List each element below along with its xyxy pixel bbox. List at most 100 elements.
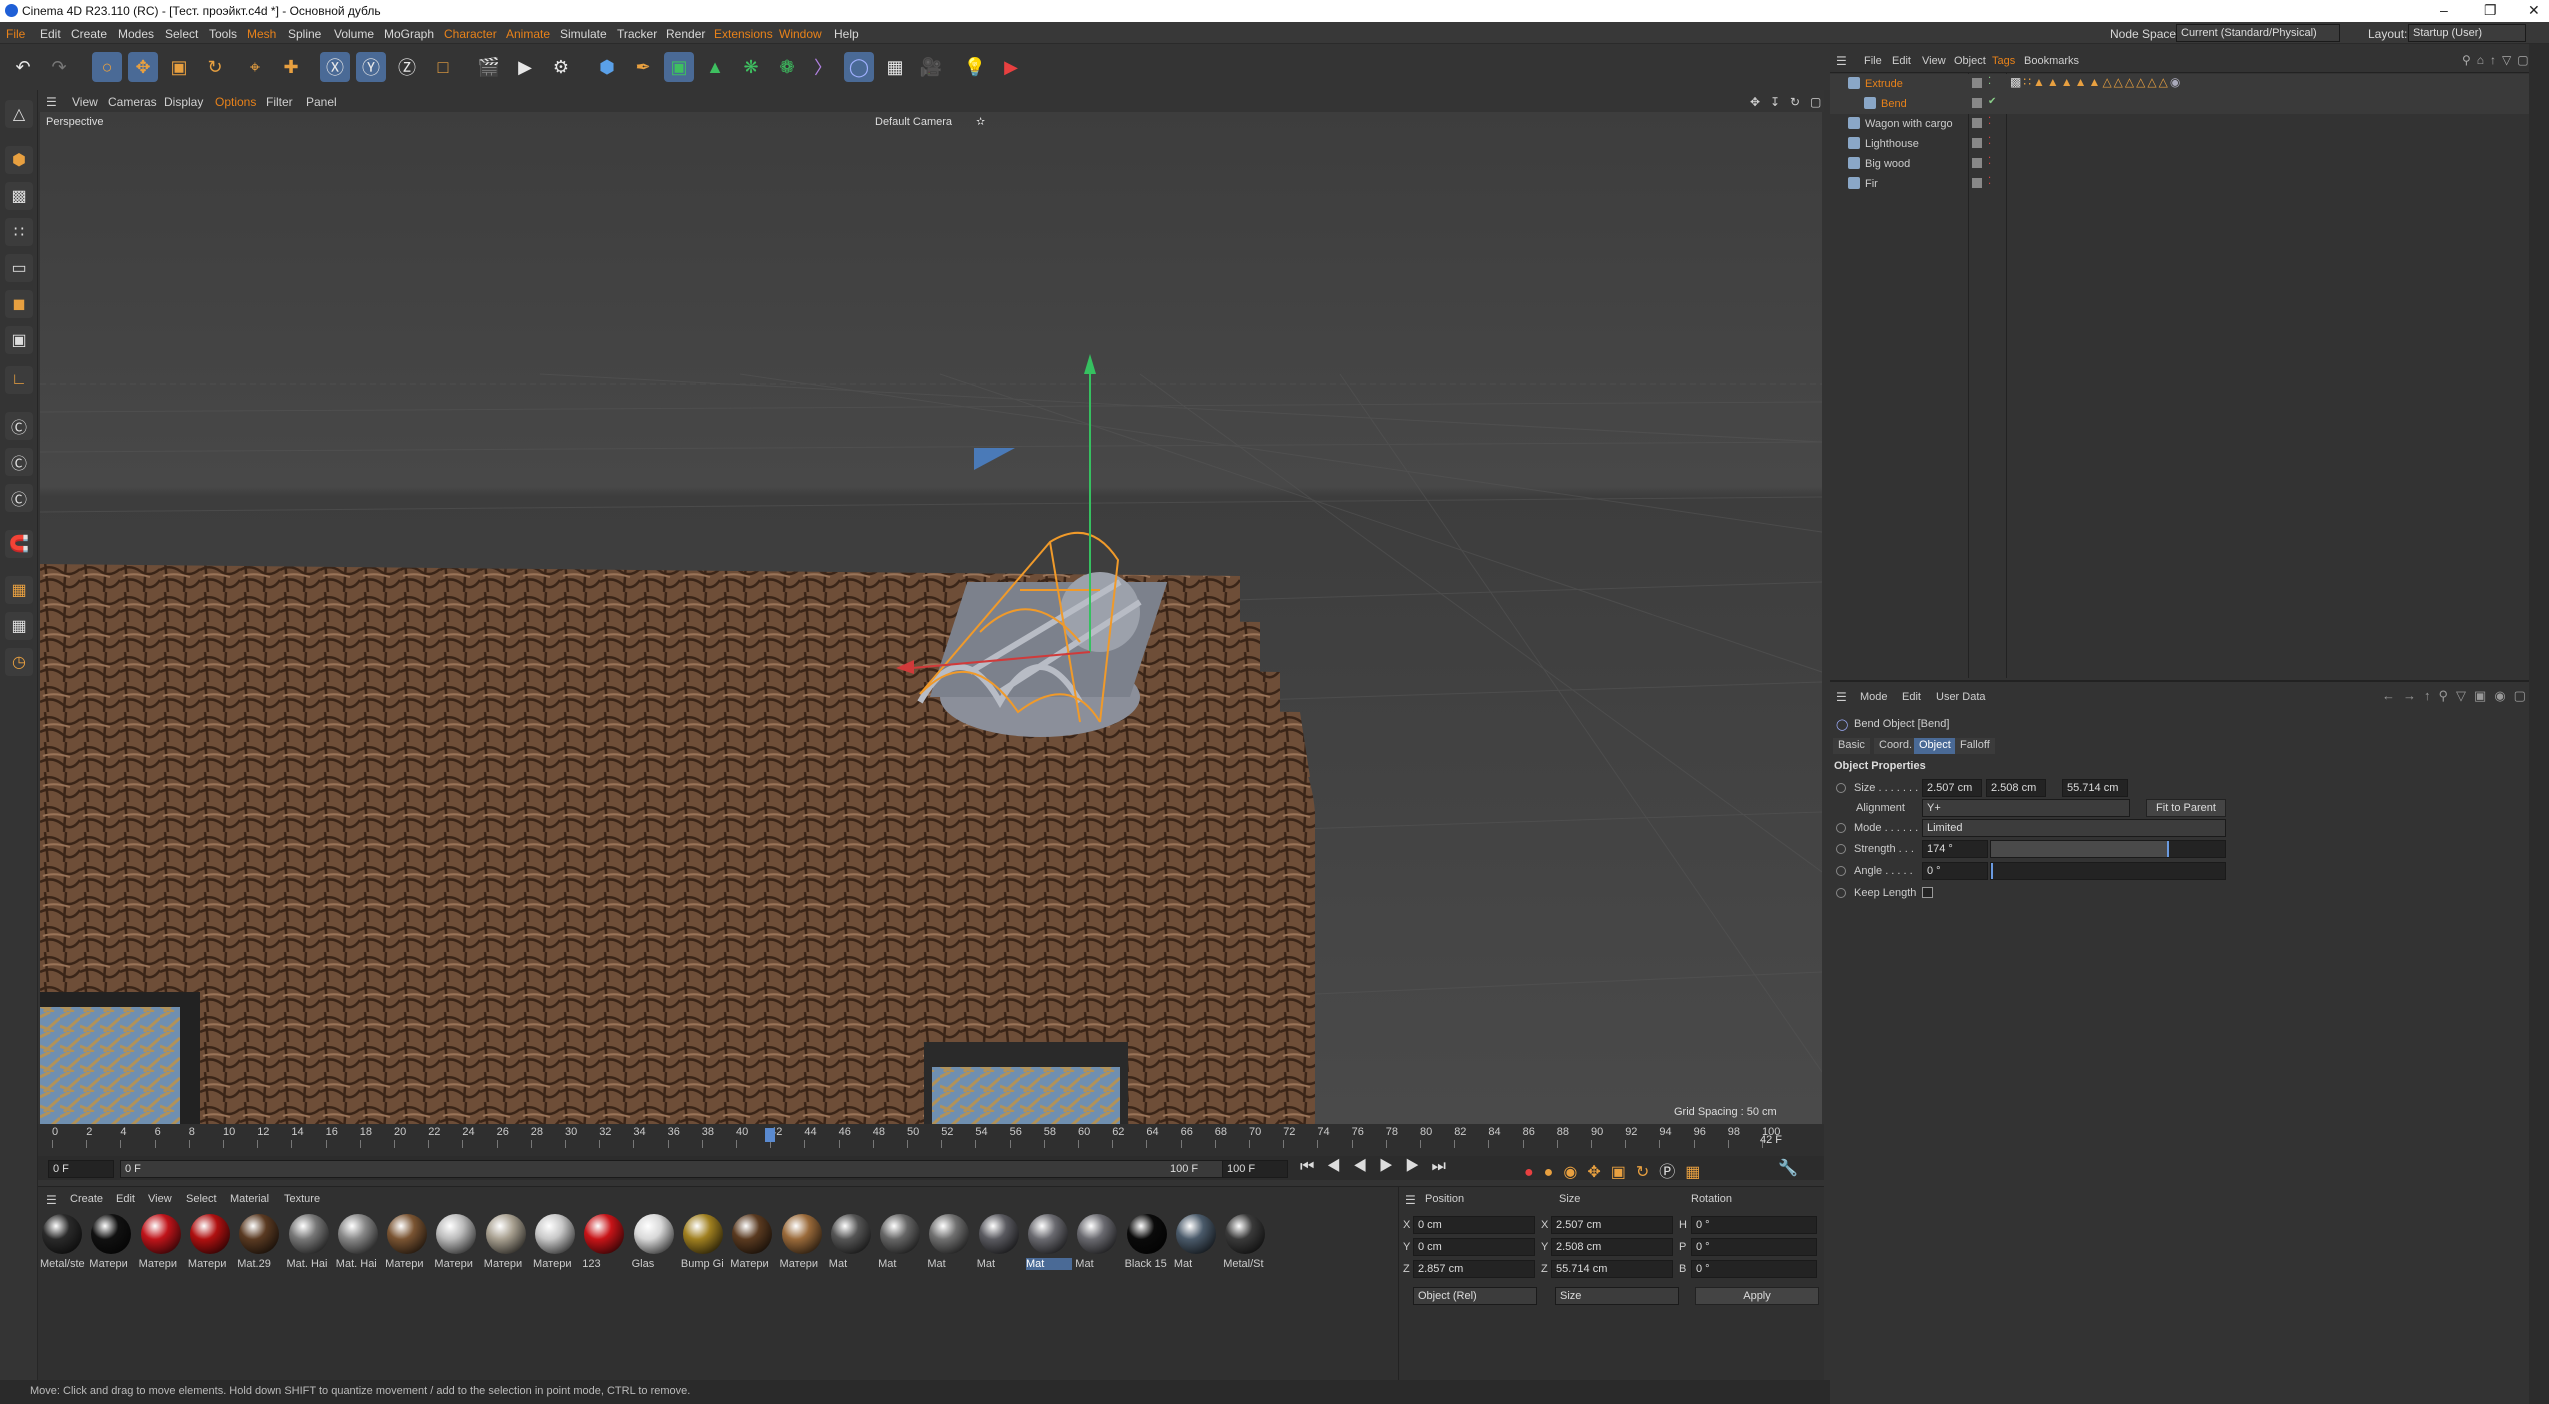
material-swatch[interactable] <box>880 1214 921 1254</box>
material-label[interactable]: Black 15 <box>1125 1258 1171 1270</box>
material-label[interactable]: Mat <box>829 1258 875 1270</box>
rot-b-field[interactable]: 0 ° <box>1691 1260 1817 1278</box>
material-swatch[interactable] <box>189 1214 230 1254</box>
camera-target-icon[interactable]: ✫ <box>976 115 985 128</box>
editor-visibility-icon[interactable] <box>1972 98 1982 108</box>
material-label[interactable]: Mat <box>1026 1258 1072 1270</box>
restore-icon[interactable]: ❐ <box>2484 2 2497 19</box>
material-label[interactable]: Матери <box>385 1258 431 1270</box>
obj-menu-tags[interactable]: Tags <box>1992 55 2015 67</box>
strength-slider[interactable] <box>1990 840 2226 858</box>
menu-tools[interactable]: Tools <box>209 27 237 41</box>
object-name[interactable]: Fir <box>1865 178 1878 190</box>
material-label[interactable]: Mat. Hai <box>336 1258 382 1270</box>
x-axis-lock-icon[interactable]: Ⓧ <box>320 52 350 82</box>
render-region-icon[interactable]: 🎬 <box>474 52 504 82</box>
settings-icon[interactable]: ◉ <box>2494 688 2513 703</box>
render-visibility-icon[interactable]: ⁚ <box>1988 136 1991 147</box>
polygon-selection-tag-icon[interactable]: ▲ <box>2075 75 2089 89</box>
menu-modes[interactable]: Modes <box>118 27 154 41</box>
render-settings-icon[interactable]: ⚙ <box>546 52 576 82</box>
polygon-selection-tag-icon[interactable]: △ <box>2136 75 2147 89</box>
material-swatch[interactable] <box>1126 1214 1167 1254</box>
menu-tracker[interactable]: Tracker <box>617 27 657 41</box>
size-z-field[interactable]: 55.714 cm <box>1551 1260 1673 1278</box>
rotate-tool-icon[interactable]: ↻ <box>200 52 230 82</box>
polygons-mode-icon[interactable]: ◼ <box>5 290 33 318</box>
vp-menu-display[interactable]: Display <box>164 95 203 109</box>
obj-menu-bookmarks[interactable]: Bookmarks <box>2024 55 2079 67</box>
editor-visibility-icon[interactable] <box>1972 178 1982 188</box>
light-icon[interactable]: 💡 <box>960 52 990 82</box>
material-label[interactable]: Mat <box>878 1258 924 1270</box>
angle-field[interactable]: 0 ° <box>1922 862 1988 880</box>
cloner-icon[interactable]: ❋ <box>736 52 766 82</box>
tab-coord[interactable]: Coord. <box>1874 738 1918 754</box>
go-to-end-icon[interactable]: ⏭ <box>1432 1158 1458 1175</box>
material-label[interactable]: Mat <box>1174 1258 1220 1270</box>
tab-falloff[interactable]: Falloff <box>1955 738 1995 754</box>
menu-spline[interactable]: Spline <box>288 27 321 41</box>
play-backwards-icon[interactable]: ◀ <box>1353 1158 1379 1175</box>
start-frame-field[interactable]: 0 F <box>48 1160 114 1178</box>
vp-move-icon[interactable]: ✥ <box>1750 95 1760 109</box>
menu-simulate[interactable]: Simulate <box>560 27 607 41</box>
filter-icon[interactable]: ▽ <box>2456 688 2474 703</box>
tag-icon[interactable]: ▶ <box>996 52 1026 82</box>
editor-visibility-icon[interactable] <box>1972 118 1982 128</box>
tab-object[interactable]: Object <box>1914 738 1956 754</box>
vp-menu-filter[interactable]: Filter <box>266 95 293 109</box>
attr-menu-icon[interactable]: ☰ <box>1836 690 1847 704</box>
polygon-selection-tag-icon[interactable]: ▲ <box>2047 75 2061 89</box>
undo-icon[interactable]: ↶ <box>8 52 38 82</box>
param-key-icon[interactable]: Ⓟ <box>1659 1164 1685 1181</box>
pen-spline-icon[interactable]: ✒ <box>628 52 658 82</box>
mat-menu-material[interactable]: Material <box>230 1193 269 1205</box>
size-x-field[interactable]: 2.507 cm <box>1551 1216 1673 1234</box>
end-frame-field[interactable]: 100 F <box>1222 1160 1288 1178</box>
material-swatch[interactable] <box>830 1214 871 1254</box>
axis-mode-icon[interactable]: ∟ <box>5 366 33 394</box>
home-icon[interactable]: ⌂ <box>2477 53 2490 67</box>
minimize-icon[interactable]: – <box>2440 2 2448 18</box>
material-label[interactable]: Матери <box>484 1258 530 1270</box>
material-label[interactable]: 123 <box>582 1258 628 1270</box>
layout-select[interactable]: Startup (User) <box>2408 24 2526 42</box>
render-visibility-icon[interactable]: ⁚ <box>1988 156 1991 167</box>
object-name[interactable]: Bend <box>1881 98 1907 110</box>
autokey-icon[interactable]: ● <box>1544 1164 1564 1181</box>
material-swatch[interactable] <box>682 1214 723 1254</box>
coord-menu-icon[interactable]: ☰ <box>1405 1193 1416 1207</box>
model-mode-icon[interactable]: ⬢ <box>5 146 33 174</box>
material-label[interactable]: Матери <box>730 1258 776 1270</box>
keep-length-checkbox[interactable] <box>1922 887 1933 898</box>
polygon-selection-tag-icon[interactable]: ▲ <box>2089 75 2103 89</box>
step-forward-icon[interactable]: ▶ <box>1405 1158 1431 1175</box>
material-swatch[interactable] <box>781 1214 822 1254</box>
mat-menu-select[interactable]: Select <box>186 1193 217 1205</box>
deformer-icon[interactable]: 〉 <box>808 52 838 82</box>
solo-hierarchy-icon[interactable]: Ⓒ <box>5 448 33 476</box>
material-label[interactable]: Матери <box>434 1258 480 1270</box>
play-icon[interactable]: ▶ <box>1379 1158 1405 1175</box>
menu-window[interactable]: Window <box>779 27 822 41</box>
menu-edit[interactable]: Edit <box>40 27 61 41</box>
menu-mesh[interactable]: Mesh <box>247 27 276 41</box>
object-name[interactable]: Big wood <box>1865 158 1910 170</box>
rot-p-field[interactable]: 0 ° <box>1691 1238 1817 1256</box>
polygon-selection-tag-icon[interactable]: △ <box>2159 75 2170 89</box>
redo-icon[interactable]: ↷ <box>44 52 74 82</box>
coord-mode-select[interactable]: Object (Rel) <box>1413 1287 1537 1305</box>
menu-select[interactable]: Select <box>165 27 198 41</box>
obj-menu-view[interactable]: View <box>1922 55 1946 67</box>
make-editable-icon[interactable]: △ <box>5 100 33 128</box>
timeline-playhead[interactable] <box>765 1128 776 1142</box>
workplane-icon[interactable]: ▦ <box>5 576 33 604</box>
render-visibility-icon[interactable]: ⁚ <box>1988 176 1991 187</box>
vp-menu-options[interactable]: Options <box>215 95 256 109</box>
editor-visibility-icon[interactable] <box>1972 138 1982 148</box>
selection-tag-icon[interactable]: ∷ <box>2023 75 2033 89</box>
range-slider-start[interactable]: 0 F <box>120 1160 1236 1178</box>
pla-key-icon[interactable]: ▦ <box>1685 1164 1710 1181</box>
object-row[interactable]: Wagon with cargo ⁚ <box>1830 114 2529 134</box>
